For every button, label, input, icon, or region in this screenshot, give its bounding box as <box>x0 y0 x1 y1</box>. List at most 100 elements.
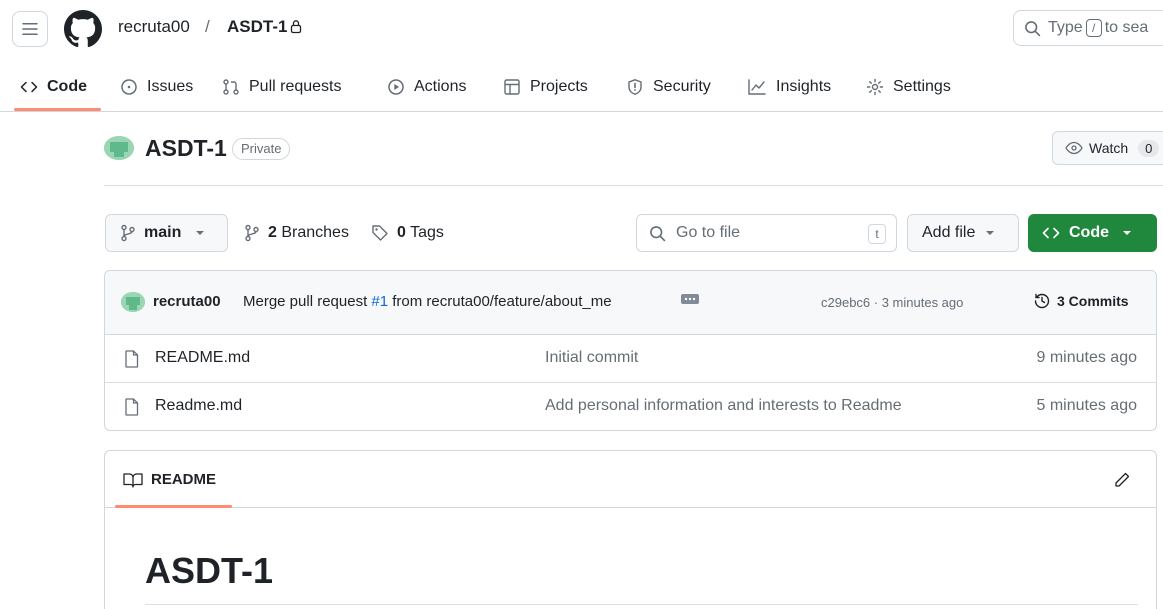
divider <box>104 185 1163 186</box>
commit-author[interactable]: recruta00 <box>153 293 221 310</box>
file-name[interactable]: Readme.md <box>155 397 242 415</box>
file-updated-time: 5 minutes ago <box>1036 397 1137 414</box>
tab-actions-label: Actions <box>414 78 467 95</box>
commit-message[interactable]: Merge pull request #1 from recruta00/fea… <box>243 293 612 310</box>
branch-icon <box>121 224 135 242</box>
commit-author-avatar[interactable] <box>121 292 145 312</box>
latest-commit-row: recruta00 Merge pull request #1 from rec… <box>105 271 1156 335</box>
go-to-file-input[interactable]: Go to file t <box>636 214 897 252</box>
readme-heading: ASDT-1 <box>145 550 274 591</box>
issue-icon <box>121 79 137 95</box>
file-icon <box>125 398 139 416</box>
readme-tab[interactable]: README <box>123 471 216 488</box>
breadcrumb-separator: / <box>205 17 210 36</box>
branches-link[interactable]: 2 Branches <box>244 224 349 242</box>
tags-label: Tags <box>410 224 444 241</box>
commit-message-suffix: from recruta00/feature/about_me <box>392 293 612 310</box>
repo-nav: Code Issues Pull requests Actions Projec… <box>0 62 1163 112</box>
commits-label: 3 Commits <box>1057 293 1129 309</box>
watch-count: 0 <box>1138 139 1160 157</box>
go-to-file-shortcut: t <box>868 224 886 244</box>
visibility-badge: Private <box>232 138 291 160</box>
tab-projects[interactable]: Projects <box>503 74 588 100</box>
search-prefix: Type <box>1048 19 1083 36</box>
active-tab-indicator <box>14 108 101 111</box>
book-icon <box>123 472 143 488</box>
repo-title[interactable]: ASDT-1 <box>145 135 227 162</box>
tab-settings-label: Settings <box>893 78 951 95</box>
watch-label: Watch <box>1089 140 1129 156</box>
search-suffix: to sea <box>1104 19 1149 36</box>
pull-request-icon <box>223 79 239 95</box>
tab-insights-label: Insights <box>776 78 832 95</box>
tab-pull-requests[interactable]: Pull requests <box>222 74 342 100</box>
code-icon <box>1042 227 1060 239</box>
tags-count: 0 <box>397 224 406 241</box>
file-updated-time: 9 minutes ago <box>1036 349 1137 366</box>
branch-selector[interactable]: main <box>105 214 228 252</box>
tab-actions[interactable]: Actions <box>387 74 466 100</box>
owner-avatar[interactable] <box>104 136 134 160</box>
file-icon <box>125 350 139 368</box>
tab-projects-label: Projects <box>530 78 588 95</box>
file-row[interactable]: Readme.md Add personal information and i… <box>105 383 1156 430</box>
go-to-file-placeholder: Go to file <box>676 224 741 241</box>
eye-icon <box>1065 141 1083 155</box>
readme-tab-indicator <box>115 505 232 508</box>
ellipsis-icon <box>681 294 699 304</box>
tab-code[interactable]: Code <box>20 74 87 100</box>
commit-message-prefix: Merge pull request <box>243 293 368 310</box>
hamburger-icon <box>22 23 38 35</box>
branches-label: Branches <box>281 224 349 241</box>
tab-security[interactable]: Security <box>626 74 711 100</box>
tab-pull-requests-label: Pull requests <box>249 78 342 95</box>
pr-link[interactable]: #1 <box>371 293 388 310</box>
branches-count: 2 <box>268 224 277 241</box>
breadcrumb-repo[interactable]: ASDT-1 <box>227 17 287 37</box>
graph-icon <box>748 79 766 95</box>
tab-security-label: Security <box>653 78 711 95</box>
readme-header: README <box>105 451 1156 508</box>
pencil-icon[interactable] <box>1113 471 1131 489</box>
code-icon <box>20 81 38 93</box>
watch-button[interactable]: Watch 0 <box>1052 131 1163 165</box>
chevron-down-icon <box>196 231 205 235</box>
search-shortcut-key: / <box>1085 19 1102 37</box>
tab-insights[interactable]: Insights <box>747 74 831 100</box>
commits-link[interactable]: 3 Commits <box>1033 292 1129 310</box>
chevron-down-icon <box>986 231 995 235</box>
breadcrumb-owner[interactable]: recruta00 <box>118 17 190 37</box>
readme-panel: README ASDT-1 <box>104 450 1157 609</box>
branch-icon <box>245 224 259 242</box>
file-commit-message[interactable]: Initial commit <box>545 349 638 367</box>
file-browser: recruta00 Merge pull request #1 from rec… <box>104 270 1157 431</box>
chevron-down-icon <box>1123 231 1131 235</box>
play-icon <box>388 79 404 95</box>
github-logo-icon[interactable] <box>64 10 102 48</box>
tag-icon <box>372 225 388 241</box>
tab-issues[interactable]: Issues <box>120 74 193 100</box>
add-file-button[interactable]: Add file <box>907 214 1019 252</box>
code-button-label: Code <box>1069 224 1109 241</box>
file-name[interactable]: README.md <box>155 349 250 367</box>
tab-issues-label: Issues <box>147 78 194 95</box>
table-icon <box>504 79 520 95</box>
shield-icon <box>628 79 642 95</box>
tab-code-label: Code <box>47 78 87 95</box>
readme-tab-label: README <box>151 471 217 488</box>
search-icon <box>650 225 666 241</box>
history-icon <box>1034 293 1050 309</box>
tags-link[interactable]: 0 Tags <box>371 224 444 242</box>
readme-heading-divider <box>145 604 1138 605</box>
file-commit-message[interactable]: Add personal information and interests t… <box>545 397 902 415</box>
commit-hash-time[interactable]: c29ebc6 · 3 minutes ago <box>821 295 963 310</box>
commit-expand-button[interactable] <box>681 293 699 305</box>
tab-settings[interactable]: Settings <box>866 74 951 100</box>
file-row[interactable]: README.md Initial commit 9 minutes ago <box>105 335 1156 383</box>
code-button[interactable]: Code <box>1028 214 1157 252</box>
global-search[interactable]: Type / to sea <box>1013 10 1163 46</box>
branch-name: main <box>144 224 182 241</box>
search-icon <box>1025 20 1041 36</box>
add-file-label: Add file <box>922 224 976 241</box>
menu-button[interactable] <box>12 11 48 47</box>
